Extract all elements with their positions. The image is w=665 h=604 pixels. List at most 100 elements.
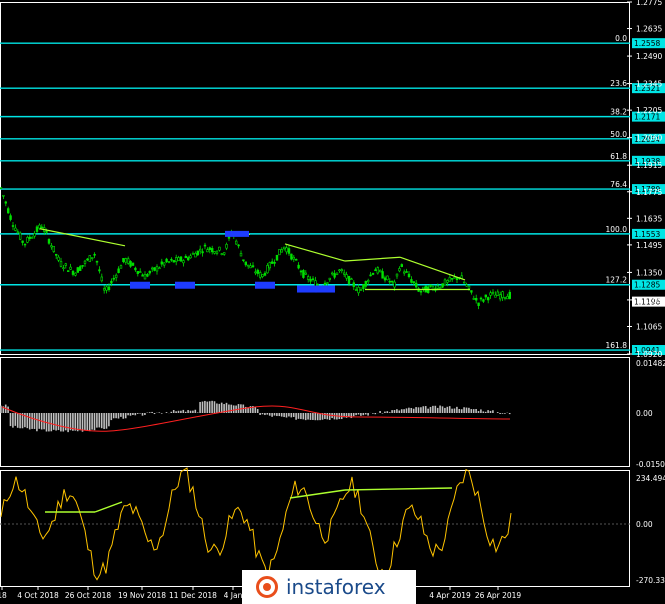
macd-bar <box>492 410 494 413</box>
candle-body <box>278 249 281 256</box>
candle-body <box>131 262 135 266</box>
candle-body <box>93 253 96 256</box>
candle-body <box>323 282 327 286</box>
time-tick-label: 4 Oct 2018 <box>17 591 59 600</box>
candle-body <box>2 194 5 197</box>
macd-bar <box>472 409 475 413</box>
macd-bar <box>309 413 312 420</box>
candle-body <box>263 272 267 276</box>
instaforex-logo-icon <box>256 576 278 598</box>
trend-line <box>39 228 126 247</box>
resistance-zone <box>225 230 249 237</box>
candle-body <box>304 272 307 275</box>
macd-bar <box>427 408 429 413</box>
candle-body <box>28 236 31 239</box>
candle-body <box>167 261 171 263</box>
macd-bar <box>93 413 96 431</box>
macd-bar <box>499 413 501 414</box>
trend-lines <box>39 228 470 291</box>
price-tick-label: 1.2205 <box>636 106 662 115</box>
macd-bar <box>228 404 230 413</box>
macd-bar <box>453 408 456 413</box>
price-tick-label: 1.2775 <box>636 0 662 7</box>
macd-bar <box>134 413 137 416</box>
candle-body <box>386 275 389 281</box>
candle-body <box>165 258 168 263</box>
macd-bar <box>446 406 449 413</box>
macd-bar <box>487 410 489 413</box>
candle-body <box>83 260 87 264</box>
macd-bar <box>424 406 427 413</box>
macd-bar <box>264 413 266 416</box>
candle-body <box>122 258 125 263</box>
macd-bar <box>396 409 398 413</box>
macd-bar <box>232 405 235 413</box>
candle-body <box>393 281 396 288</box>
candle-body <box>482 299 485 302</box>
candle-body <box>470 290 473 293</box>
candle-body <box>191 253 195 255</box>
candle-body <box>50 245 53 248</box>
macd-bar <box>201 401 204 413</box>
fib-level-label: 23.6 <box>610 79 627 88</box>
fib-level-label: 127.2 <box>606 276 628 285</box>
macd-bar <box>194 409 197 413</box>
candle-body <box>311 278 315 281</box>
macd-bar <box>422 406 425 413</box>
candle-body <box>21 240 24 243</box>
macd-bar <box>276 413 278 417</box>
chart-canvas: 0.01.255823.61.232138.21.217150.01.20546… <box>0 0 665 600</box>
macd-bar <box>420 407 422 413</box>
macd-bar <box>172 410 175 413</box>
macd-bar <box>52 413 55 430</box>
macd-bar <box>439 405 441 413</box>
macd-bar <box>456 406 458 413</box>
candle-body <box>378 269 382 273</box>
candle-body <box>287 248 291 254</box>
instaforex-logo: instaforex <box>242 570 416 604</box>
macd-bar <box>28 413 31 430</box>
macd-bar <box>259 413 261 415</box>
candle-body <box>91 257 94 259</box>
macd-bar <box>261 413 264 415</box>
candle-body <box>309 278 312 282</box>
macd-bar <box>295 413 297 420</box>
candle-body <box>244 261 247 266</box>
candle-body <box>299 270 303 273</box>
price-tick-label: 1.1495 <box>636 241 662 250</box>
macd-bar <box>256 409 259 413</box>
candle-body <box>364 280 367 287</box>
candle-body <box>292 256 295 260</box>
macd-bar <box>84 413 86 431</box>
candle-body <box>400 264 403 267</box>
macd-bar <box>98 413 101 428</box>
candle-body <box>155 266 159 272</box>
candle-body <box>30 237 34 239</box>
macd-bar <box>496 412 499 413</box>
candle-body <box>23 243 27 246</box>
macd-bar <box>417 407 420 413</box>
candle-body <box>275 254 279 261</box>
candle-body <box>201 251 204 254</box>
macd-bar <box>273 413 276 416</box>
candle-body <box>33 233 36 237</box>
macd-bar <box>189 410 192 413</box>
candle-body <box>11 225 15 227</box>
macd-bar <box>9 413 12 427</box>
fib-value-label: 1.2558 <box>634 39 660 48</box>
candle-body <box>213 251 216 254</box>
candle-body <box>395 273 399 277</box>
candle-body <box>179 256 183 262</box>
candle-body <box>160 261 163 265</box>
macd-bar <box>266 413 269 415</box>
macd-bar <box>180 410 182 413</box>
candle-body <box>398 268 401 272</box>
candle-body <box>335 272 339 275</box>
macd-bar <box>16 413 19 428</box>
macd-bar <box>105 413 108 429</box>
candle-body <box>151 267 154 270</box>
macd-bar <box>76 413 79 432</box>
macd-tick-label: 0.01482 <box>636 359 665 368</box>
candle-body <box>112 277 116 280</box>
candle-body <box>338 269 341 272</box>
